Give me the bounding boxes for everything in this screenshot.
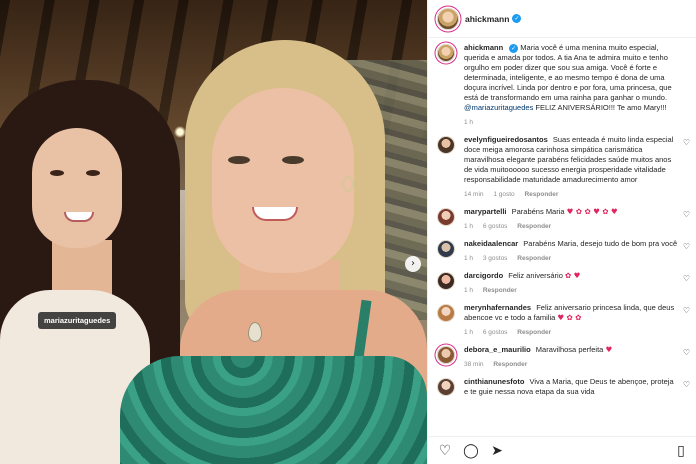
comment-username[interactable]: debora_e_maurilio — [464, 345, 531, 354]
comment-time[interactable]: 1 h — [464, 255, 473, 262]
heart-icon[interactable]: ♡ — [683, 138, 690, 147]
reply-button[interactable]: Responder — [483, 287, 517, 294]
caption-mention[interactable]: @mariazuritaguedes — [464, 103, 533, 112]
woman-eye — [228, 156, 250, 164]
heart-icon[interactable]: ♡ — [683, 210, 690, 219]
caption-text-end: FELIZ ANIVERSÁRIO!!! Te amo Mary!!! — [533, 103, 667, 112]
heart-icon[interactable]: ♡ — [683, 274, 690, 283]
post-header: ahickmann ✓ — [428, 0, 696, 38]
comment-likes[interactable]: 3 gostos — [483, 255, 508, 262]
woman-face — [212, 88, 354, 273]
comment: cinthianunesfoto Viva a Maria, que Deus … — [437, 377, 690, 397]
comment-username[interactable]: darcigordo — [464, 271, 503, 280]
reply-button[interactable]: Responder — [517, 223, 551, 230]
heart-pendant — [248, 322, 262, 342]
comment-likes[interactable]: 6 gostos — [483, 223, 508, 230]
avatar[interactable] — [437, 304, 455, 322]
reply-button[interactable]: Responder — [524, 191, 558, 198]
comment-likes[interactable]: 1 gosto — [493, 191, 514, 198]
comment: merynhafernandes Feliz aniversario princ… — [437, 303, 690, 338]
girl-eye — [50, 170, 64, 176]
comment-username[interactable]: evelynfigueiredosantos — [464, 135, 548, 144]
comment-username[interactable]: merynhafernandes — [464, 303, 531, 312]
reply-button[interactable]: Responder — [517, 255, 551, 262]
comment-text: Parabéns Maria, desejo tudo de bom pra v… — [523, 239, 678, 248]
heart-icon[interactable]: ♡ — [683, 380, 690, 389]
avatar[interactable] — [437, 136, 455, 154]
avatar[interactable] — [437, 272, 455, 290]
comment-time[interactable]: 1 h — [464, 329, 473, 336]
comment: debora_e_maurilio Maravilhosa perfeita ♥… — [437, 345, 690, 370]
avatar[interactable] — [437, 346, 455, 364]
share-icon[interactable]: ➤ — [489, 443, 505, 459]
caption-time[interactable]: 1 h — [464, 119, 473, 126]
comment-emoji: ♥ ✿ ✿ ♥ ✿ ♥ — [566, 207, 618, 216]
comment-username[interactable]: marypartelli — [464, 207, 507, 216]
caption: ahickmann ✓ Maria você é uma menina muito… — [437, 43, 690, 128]
comment: nakeidaalencar Parabéns Maria, desejo tu… — [437, 239, 690, 264]
comment-text: Feliz aniversário — [508, 271, 563, 280]
comment-time[interactable]: 1 h — [464, 223, 473, 230]
girl-face — [32, 128, 122, 248]
girl-eye — [86, 170, 100, 176]
bookmark-icon[interactable]: ▯ — [673, 443, 689, 459]
woman-smile — [252, 207, 298, 221]
comments-list[interactable]: ahickmann ✓ Maria você é uma menina muito… — [428, 38, 696, 436]
caption-username[interactable]: ahickmann — [464, 43, 503, 52]
avatar[interactable] — [437, 378, 455, 396]
comment-time[interactable]: 1 h — [464, 287, 473, 294]
post-actions-bar: ♡ ◯ ➤ ▯ — [428, 436, 696, 464]
heart-icon[interactable]: ♡ — [683, 306, 690, 315]
comment-icon[interactable]: ◯ — [463, 443, 479, 459]
chevron-right-icon[interactable]: › — [405, 256, 421, 272]
avatar[interactable] — [437, 44, 455, 62]
reply-button[interactable]: Responder — [493, 361, 527, 368]
comment-username[interactable]: cinthianunesfoto — [464, 377, 524, 386]
comment: marypartelli Parabéns Maria ♥ ✿ ✿ ♥ ✿ ♥ … — [437, 207, 690, 232]
post-photo[interactable]: mariazuritaguedes › — [0, 0, 427, 464]
verified-badge-icon: ✓ — [512, 14, 522, 23]
avatar[interactable] — [437, 208, 455, 226]
avatar[interactable] — [437, 7, 459, 30]
green-ruffled-dress — [120, 356, 427, 464]
comment-time[interactable]: 38 min — [464, 361, 484, 368]
comment-emoji: ♥ ✿ ✿ — [557, 313, 582, 322]
heart-icon[interactable]: ♡ — [437, 443, 453, 459]
comment: evelynfigueiredosantos Suas enteada é mu… — [437, 135, 690, 200]
comment: darcigordo Feliz aniversário ✿ ♥ 1 h Res… — [437, 271, 690, 296]
woman-earring — [342, 176, 354, 192]
reply-button[interactable]: Responder — [517, 329, 551, 336]
heart-icon[interactable]: ♡ — [683, 348, 690, 357]
instagram-post-view: mariazuritaguedes › ahickmann ✓ ahickman… — [0, 0, 696, 464]
comment-text: Parabéns Maria — [511, 207, 565, 216]
comment-text: Maravilhosa perfeita — [535, 345, 604, 354]
verified-badge-icon: ✓ — [509, 43, 519, 53]
avatar[interactable] — [437, 240, 455, 258]
comment-emoji: ♥ — [605, 345, 613, 354]
post-author-username[interactable]: ahickmann — [465, 14, 509, 24]
comment-likes[interactable]: 6 gostos — [483, 329, 508, 336]
comment-time[interactable]: 14 min — [464, 191, 484, 198]
comment-emoji: ✿ ♥ — [564, 271, 581, 280]
heart-icon[interactable]: ♡ — [683, 242, 690, 251]
post-side-panel: ahickmann ✓ ahickmann ✓ Maria você é uma … — [427, 0, 696, 464]
comment-username[interactable]: nakeidaalencar — [464, 239, 518, 248]
woman-eye — [282, 156, 304, 164]
photo-user-tag[interactable]: mariazuritaguedes — [38, 312, 117, 329]
